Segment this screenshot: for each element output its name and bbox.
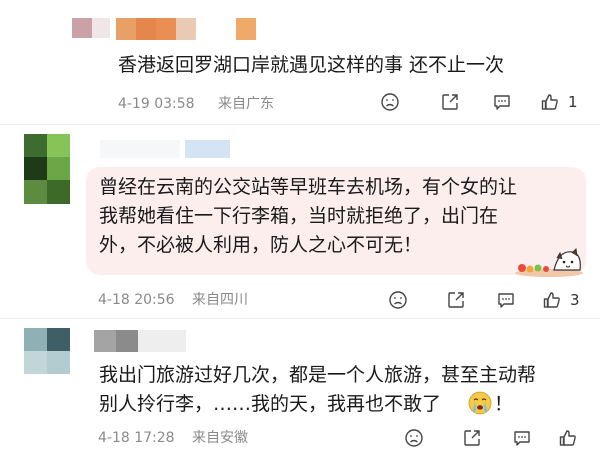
dislike-icon[interactable] [380,92,400,112]
comment-text-line-1: 曾经在云南的公交站等早班车去机场，有个女的让 [99,176,518,198]
comment-text-line-2: 别人拎行李，……我的天，我再也不敢了 [99,393,442,415]
share-icon[interactable] [440,92,460,112]
comment-icon[interactable] [492,92,512,112]
dislike-icon[interactable] [388,290,408,310]
comment-timestamp: 4-18 17:28 [98,430,175,446]
dislike-icon[interactable] [404,428,424,448]
comment-text-line-3: 外，不必被人利用，防人之心不可无！ [99,234,423,256]
avatar[interactable] [24,134,70,204]
comment-text-line-2: 我帮她看住一下行李箱，当时就拒绝了，出门在 [99,205,499,227]
comment-text: 香港返回罗湖口岸就遇见这样的事 还不止一次 [118,54,505,76]
share-icon[interactable] [446,290,466,310]
comment-location: 来自四川 [192,292,248,308]
like-icon[interactable] [558,428,578,448]
comment-text-line-3: ！ [494,393,514,415]
like-count: 1 [568,93,578,111]
like-icon[interactable] [540,92,560,112]
comment-timestamp: 4-19 03:58 [118,96,195,112]
divider [0,318,600,319]
comment-location: 来自安徽 [192,430,248,446]
avatar[interactable] [24,328,70,374]
comment-location: 来自广东 [218,96,274,112]
divider [0,124,600,125]
comment-icon[interactable] [496,290,516,310]
sticker-icon [515,247,583,277]
comment-timestamp: 4-18 20:56 [98,292,175,308]
comment-text-line-1: 我出门旅游过好几次，都是一个人旅游，甚至主动帮 [99,364,537,386]
comment-icon[interactable] [512,428,532,448]
crying-emoji-icon [468,391,492,415]
like-icon[interactable] [542,290,562,310]
share-icon[interactable] [462,428,482,448]
like-count: 3 [570,291,580,309]
